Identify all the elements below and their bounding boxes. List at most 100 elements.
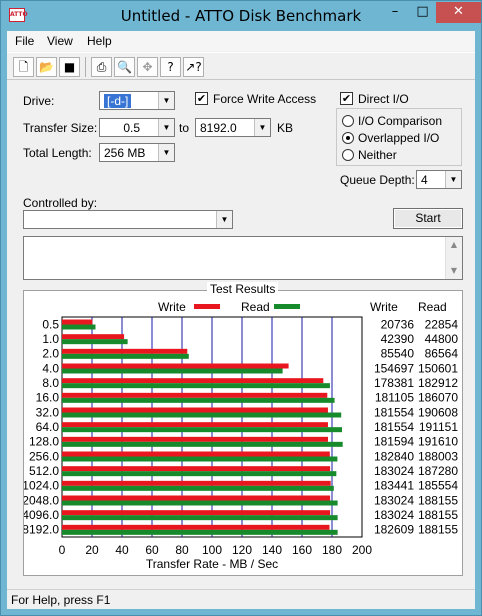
write-value-label: 182840 xyxy=(374,449,414,463)
write-bar xyxy=(62,422,328,428)
read-bar xyxy=(62,529,338,535)
test-results-title: Test Results xyxy=(207,282,279,296)
queue-depth-select[interactable]: 4 ▼ xyxy=(416,170,462,189)
io-comparison-radio[interactable] xyxy=(342,115,354,127)
read-value-label: 188155 xyxy=(418,493,458,507)
force-write-label[interactable]: Force Write Access xyxy=(213,92,316,106)
read-bar xyxy=(62,324,96,330)
transfer-from-select[interactable]: 0.5 ▼ xyxy=(99,118,175,137)
scroll-up-icon[interactable]: ▲ xyxy=(446,237,462,253)
y-tick-label: 16.0 xyxy=(36,391,60,405)
results-chart: Write Read Write Read 0 20 40 60 80 100 120 140 160 1… xyxy=(24,300,459,571)
x-tick-label: 80 xyxy=(175,543,189,557)
drive-select[interactable]: [-d-] ▼ xyxy=(99,91,175,110)
direct-io-label[interactable]: Direct I/O xyxy=(358,92,409,106)
y-tick-label: 8.0 xyxy=(42,376,59,390)
context-help-icon[interactable]: ↗? xyxy=(183,57,204,77)
transfer-size-label: Transfer Size: xyxy=(23,121,98,135)
chevron-down-icon[interactable]: ▼ xyxy=(216,211,232,228)
x-tick-label: 180 xyxy=(322,543,342,557)
log-textarea[interactable]: ▲ ▼ xyxy=(23,236,463,280)
chevron-down-icon[interactable]: ▼ xyxy=(158,119,174,136)
help-icon[interactable]: ? xyxy=(160,57,181,77)
x-tick-label: 100 xyxy=(202,543,222,557)
close-button[interactable]: ✕ xyxy=(436,2,481,23)
new-icon[interactable]: 🗋 xyxy=(13,57,34,77)
write-value-label: 154697 xyxy=(374,361,414,375)
io-comparison-label[interactable]: I/O Comparison xyxy=(358,114,442,128)
write-bar xyxy=(62,392,328,398)
read-value-label: 188003 xyxy=(418,449,458,463)
maximize-button[interactable]: □ xyxy=(409,2,436,23)
status-text: For Help, press F1 xyxy=(11,593,111,607)
minimize-button[interactable]: – xyxy=(381,2,409,23)
transfer-from-value: 0.5 xyxy=(123,121,140,135)
y-tick-label: 4096.0 xyxy=(24,508,59,522)
chevron-down-icon[interactable]: ▼ xyxy=(158,92,174,109)
legend-read-label: Read xyxy=(241,300,270,314)
direct-io-checkbox[interactable]: ✔ xyxy=(340,92,353,105)
controlled-by-label: Controlled by: xyxy=(23,196,98,210)
force-write-checkbox[interactable]: ✔ xyxy=(195,92,208,105)
queue-depth-value: 4 xyxy=(421,173,428,187)
start-button[interactable]: Start xyxy=(393,208,463,229)
read-value-label: 22854 xyxy=(425,317,459,331)
overlapped-io-radio[interactable] xyxy=(342,132,354,144)
write-value-label: 20736 xyxy=(381,317,415,331)
title-bar[interactable]: ATTO Untitled - ATTO Disk Benchmark – □ … xyxy=(1,1,481,31)
client-area: File View Help 🗋 📂 ■ ⎙ 🔍 ✥ ? ↗? Drive: [… xyxy=(7,31,475,609)
open-icon[interactable]: 📂 xyxy=(36,57,57,77)
read-bar xyxy=(62,397,335,403)
write-bar xyxy=(62,524,330,530)
write-value-label: 178381 xyxy=(374,376,414,390)
chevron-down-icon[interactable]: ▼ xyxy=(158,144,174,161)
write-value-label: 183024 xyxy=(374,493,414,507)
x-tick-label: 60 xyxy=(145,543,159,557)
queue-depth-label: Queue Depth: xyxy=(340,173,415,187)
write-bar xyxy=(62,466,331,472)
read-value-label: 150601 xyxy=(418,361,458,375)
print-preview-icon[interactable]: 🔍 xyxy=(114,57,135,77)
read-value-label: 191151 xyxy=(419,420,458,434)
x-axis-label: Transfer Rate - MB / Sec xyxy=(146,557,278,571)
scroll-down-icon[interactable]: ▼ xyxy=(446,263,462,279)
write-value-label: 182609 xyxy=(374,523,414,537)
menu-help[interactable]: Help xyxy=(87,34,112,48)
chevron-down-icon[interactable]: ▼ xyxy=(254,119,270,136)
write-bar xyxy=(62,334,125,340)
overlapped-io-label[interactable]: Overlapped I/O xyxy=(358,131,439,145)
neither-label[interactable]: Neither xyxy=(358,148,397,162)
x-tick-label: 160 xyxy=(292,543,312,557)
toolbar: 🗋 📂 ■ ⎙ 🔍 ✥ ? ↗? xyxy=(7,52,475,80)
print-icon[interactable]: ⎙ xyxy=(91,57,112,77)
x-tick-label: 200 xyxy=(352,543,372,557)
total-length-select[interactable]: 256 MB ▼ xyxy=(99,143,175,162)
controlled-by-select[interactable]: ▼ xyxy=(23,210,233,229)
write-value-label: 181554 xyxy=(374,420,414,434)
read-bar xyxy=(62,441,343,447)
menu-view[interactable]: View xyxy=(47,34,73,48)
y-tick-label: 0.5 xyxy=(42,317,59,331)
y-tick-label: 64.0 xyxy=(36,420,60,434)
read-bar xyxy=(62,485,334,491)
app-window: ATTO Untitled - ATTO Disk Benchmark – □ … xyxy=(0,0,482,616)
read-value-label: 187280 xyxy=(418,464,458,478)
read-value-label: 182912 xyxy=(418,376,458,390)
move-icon[interactable]: ✥ xyxy=(137,57,158,77)
write-bar xyxy=(62,319,93,325)
read-bar xyxy=(62,339,128,345)
total-length-label: Total Length: xyxy=(23,146,92,160)
save-icon[interactable]: ■ xyxy=(59,57,80,77)
neither-radio[interactable] xyxy=(342,149,354,161)
chevron-down-icon[interactable]: ▼ xyxy=(445,171,461,188)
transfer-to-select[interactable]: 8192.0 ▼ xyxy=(195,118,271,137)
read-value-label: 191610 xyxy=(418,435,458,449)
legend-read-swatch xyxy=(274,304,300,309)
read-value-label: 188155 xyxy=(418,523,458,537)
log-scrollbar[interactable]: ▲ ▼ xyxy=(445,237,462,279)
write-bar xyxy=(62,451,330,457)
menu-file[interactable]: File xyxy=(15,34,34,48)
y-tick-label: 32.0 xyxy=(36,405,60,419)
y-tick-label: 1.0 xyxy=(42,332,59,346)
read-bar xyxy=(62,500,338,506)
